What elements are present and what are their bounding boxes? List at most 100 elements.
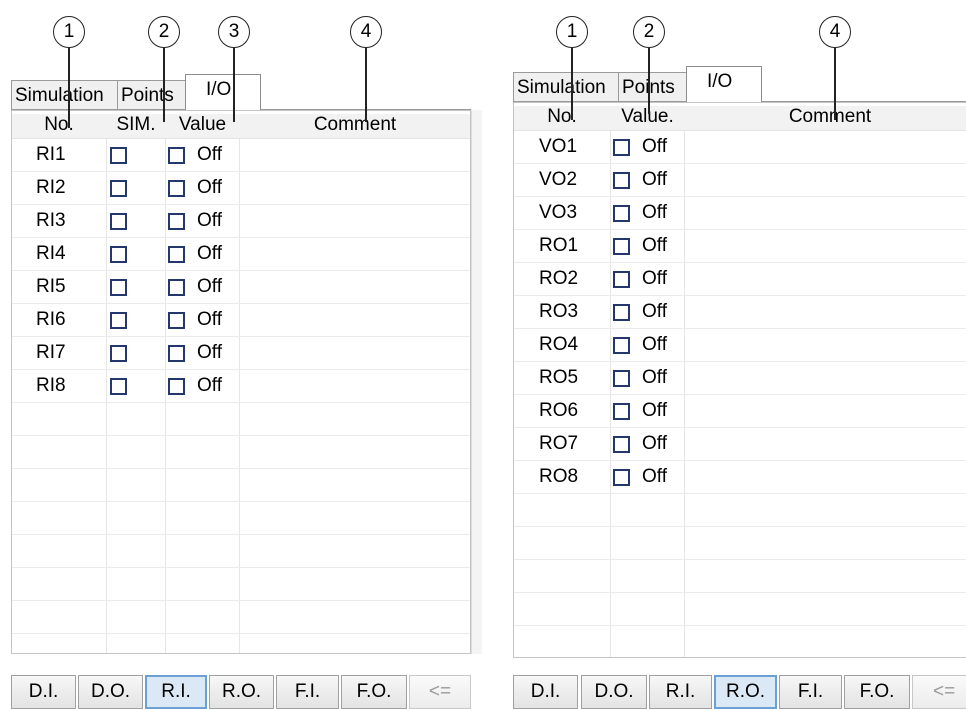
right-io-panel: 1 2 4 Simulation Points I/O No. Value. C…	[508, 0, 966, 710]
value-checkbox[interactable]	[168, 345, 185, 362]
empty-row	[12, 634, 470, 653]
sim-checkbox[interactable]	[110, 279, 127, 296]
point-number: RI3	[36, 210, 66, 231]
value-checkbox[interactable]	[613, 205, 630, 222]
sim-checkbox[interactable]	[110, 312, 127, 329]
value-checkbox[interactable]	[613, 304, 630, 321]
header-value[interactable]: Value	[166, 114, 239, 138]
sim-checkbox[interactable]	[110, 378, 127, 395]
table-row[interactable]: VO3 Off	[514, 197, 966, 230]
value-checkbox[interactable]	[613, 271, 630, 288]
callout-1-pointer	[571, 48, 573, 120]
callout-2-pointer	[648, 48, 650, 114]
value-label: Off	[197, 375, 222, 396]
table-row[interactable]: RO7 Off	[514, 428, 966, 461]
table-row[interactable]: VO1 Off	[514, 131, 966, 164]
sim-checkbox[interactable]	[110, 147, 127, 164]
tab-simulation[interactable]: Simulation	[11, 80, 118, 110]
value-checkbox[interactable]	[168, 213, 185, 230]
table-row[interactable]: RO5 Off	[514, 362, 966, 395]
filter-button-do[interactable]: D.O.	[581, 675, 647, 709]
filter-button-di[interactable]: D.I.	[11, 675, 76, 709]
point-number: RO2	[539, 268, 579, 289]
value-checkbox[interactable]	[613, 238, 630, 255]
filter-button-fo[interactable]: F.O.	[844, 675, 910, 709]
point-number: VO2	[539, 169, 578, 190]
header-comment[interactable]: Comment	[685, 106, 966, 130]
point-number: RO4	[539, 334, 579, 355]
filter-button-do[interactable]: D.O.	[78, 675, 143, 709]
table-row[interactable]: RI6 Off	[12, 304, 470, 337]
back-button[interactable]: <=	[409, 675, 471, 709]
io-grid: No. Value. Comment VO1 Off VO2 Off VO3 O…	[513, 102, 966, 658]
point-number: RI7	[36, 342, 66, 363]
header-no[interactable]: No.	[514, 106, 610, 130]
table-row[interactable]: RI2 Off	[12, 172, 470, 205]
value-checkbox[interactable]	[168, 246, 185, 263]
point-number: VO1	[539, 136, 578, 157]
value-checkbox[interactable]	[168, 147, 185, 164]
tab-io[interactable]: I/O	[686, 66, 762, 102]
value-checkbox[interactable]	[168, 279, 185, 296]
value-checkbox[interactable]	[613, 370, 630, 387]
tab-simulation[interactable]: Simulation	[513, 72, 619, 102]
table-row[interactable]: RO1 Off	[514, 230, 966, 263]
point-number: RI4	[36, 243, 66, 264]
value-checkbox[interactable]	[613, 469, 630, 486]
value-checkbox[interactable]	[168, 378, 185, 395]
filter-button-ri[interactable]: R.I.	[649, 675, 712, 709]
value-label: Off	[642, 268, 667, 289]
filter-button-ro[interactable]: R.O.	[209, 675, 274, 709]
table-row[interactable]: RI1 Off	[12, 139, 470, 172]
point-number: RO5	[539, 367, 579, 388]
table-row[interactable]: RO4 Off	[514, 329, 966, 362]
sim-checkbox[interactable]	[110, 180, 127, 197]
back-button[interactable]: <=	[912, 675, 966, 709]
table-row[interactable]: VO2 Off	[514, 164, 966, 197]
point-number: RO6	[539, 400, 579, 421]
sim-checkbox[interactable]	[110, 246, 127, 263]
value-checkbox[interactable]	[613, 139, 630, 156]
point-number: RI2	[36, 177, 66, 198]
callout-1: 1	[556, 16, 588, 48]
table-row[interactable]: RI7 Off	[12, 337, 470, 370]
value-label: Off	[642, 136, 667, 157]
filter-button-fo[interactable]: F.O.	[341, 675, 407, 709]
value-checkbox[interactable]	[613, 403, 630, 420]
table-row[interactable]: RI5 Off	[12, 271, 470, 304]
value-checkbox[interactable]	[613, 172, 630, 189]
header-no[interactable]: No.	[12, 114, 106, 138]
value-checkbox[interactable]	[613, 436, 630, 453]
table-row[interactable]: RO2 Off	[514, 263, 966, 296]
filter-button-ri[interactable]: R.I.	[145, 675, 207, 709]
io-grid: No. SIM. Value Comment RI1 Off RI2 Off R…	[11, 110, 471, 654]
table-row[interactable]: RO6 Off	[514, 395, 966, 428]
filter-button-fi[interactable]: F.I.	[779, 675, 842, 709]
value-label: Off	[197, 177, 222, 198]
filter-button-ro[interactable]: R.O.	[714, 675, 777, 709]
table-row[interactable]: RI8 Off	[12, 370, 470, 403]
empty-row	[514, 593, 966, 626]
value-checkbox[interactable]	[168, 180, 185, 197]
tab-io[interactable]: I/O	[185, 74, 261, 110]
table-row[interactable]: RI4 Off	[12, 238, 470, 271]
table-row[interactable]: RO3 Off	[514, 296, 966, 329]
tab-points[interactable]: Points	[117, 80, 186, 110]
header-sim[interactable]: SIM.	[107, 114, 165, 138]
table-row[interactable]: RI3 Off	[12, 205, 470, 238]
value-checkbox[interactable]	[613, 337, 630, 354]
sim-checkbox[interactable]	[110, 213, 127, 230]
grid-scrollbar[interactable]	[471, 110, 482, 654]
sim-checkbox[interactable]	[110, 345, 127, 362]
point-number: RO3	[539, 301, 579, 322]
tab-divider	[761, 101, 966, 102]
filter-button-fi[interactable]: F.I.	[276, 675, 339, 709]
value-label: Off	[197, 342, 222, 363]
header-comment[interactable]: Comment	[240, 114, 470, 138]
tab-points[interactable]: Points	[618, 72, 687, 102]
callout-4: 4	[350, 16, 382, 48]
table-row[interactable]: RO8 Off	[514, 461, 966, 494]
value-checkbox[interactable]	[168, 312, 185, 329]
callout-4-pointer	[365, 48, 367, 122]
filter-button-di[interactable]: D.I.	[513, 675, 578, 709]
